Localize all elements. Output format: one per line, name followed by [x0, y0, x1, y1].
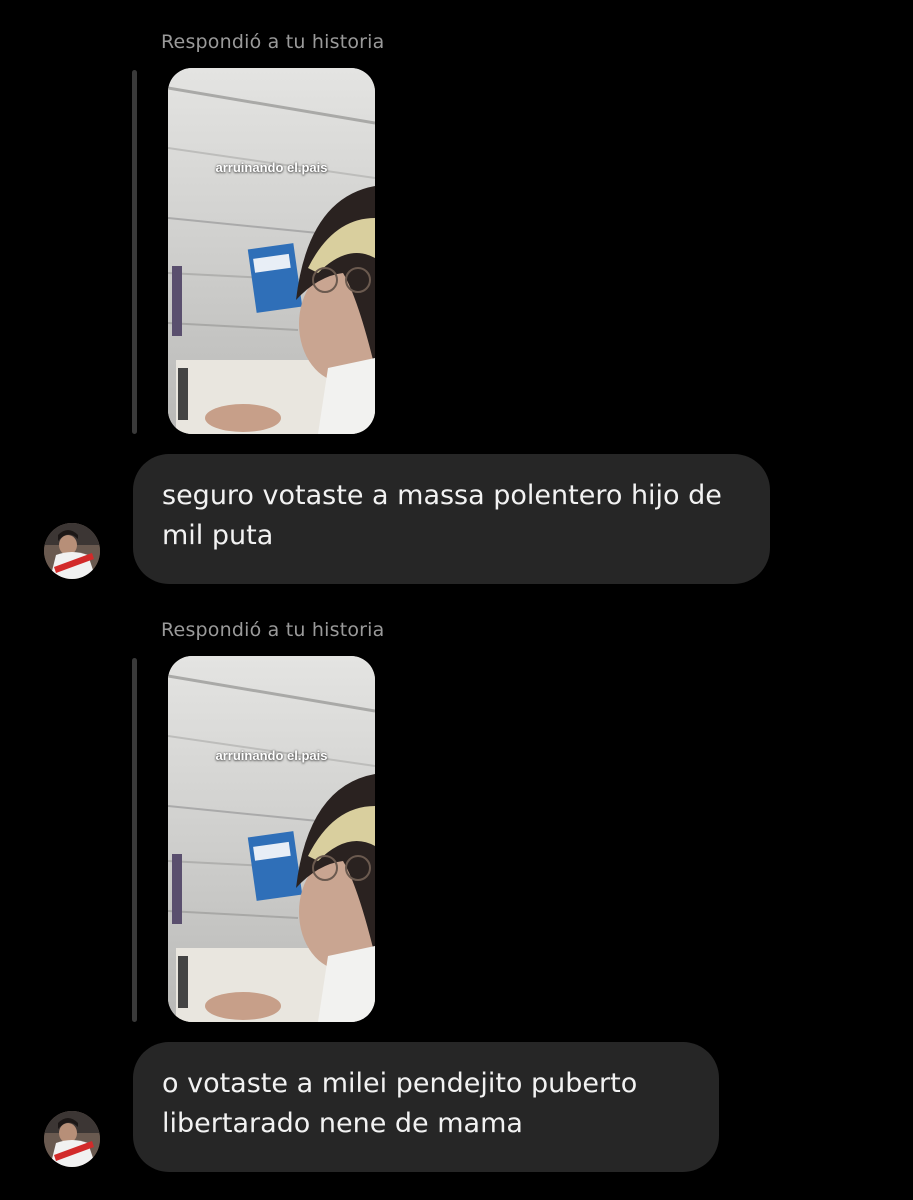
story-photo [168, 656, 375, 1022]
story-thumbnail[interactable]: arruinando el.pais [168, 656, 375, 1022]
quote-bar [132, 658, 137, 1022]
story-caption: arruinando el.pais [215, 160, 328, 175]
avatar-photo [44, 1111, 100, 1167]
avatar-photo [44, 523, 100, 579]
story-thumbnail[interactable]: arruinando el.pais [168, 68, 375, 434]
message-bubble[interactable]: o votaste a milei pendejito puberto libe… [133, 1042, 719, 1172]
story-photo [168, 68, 375, 434]
message-bubble[interactable]: seguro votaste a massa polentero hijo de… [133, 454, 770, 584]
avatar[interactable] [44, 1111, 100, 1167]
message-text: seguro votaste a massa polentero hijo de… [162, 480, 722, 551]
reply-label: Respondió a tu historia [161, 31, 385, 53]
avatar[interactable] [44, 523, 100, 579]
story-caption: arruinando el.pais [215, 748, 328, 763]
message-text: o votaste a milei pendejito puberto libe… [162, 1068, 638, 1139]
quote-bar [132, 70, 137, 434]
reply-label: Respondió a tu historia [161, 619, 385, 641]
